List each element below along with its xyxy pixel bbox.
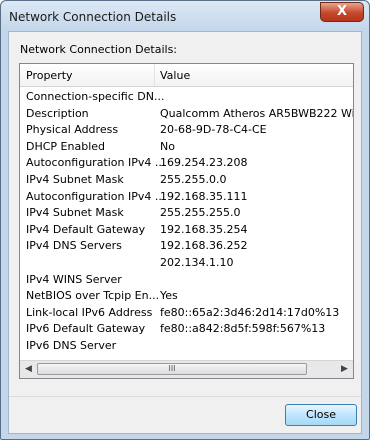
row-property: IPv4 Default Gateway [26,222,146,236]
row-value: No [160,139,175,153]
list-row[interactable]: Description Qualcomm Atheros AR5BWB222 Wi… [20,107,353,124]
list-row[interactable]: Connection-specific DN... [20,90,353,107]
row-property: DHCP Enabled [26,139,106,153]
row-property: IPv4 Subnet Mask [26,206,124,220]
network-connection-details-window: Network Connection Details X Network Con… [0,0,370,440]
list-row[interactable]: Physical Address 20-68-9D-78-C4-CE [20,123,353,140]
list-row[interactable]: Autoconfiguration IPv4 ... 169.254.23.208 [20,156,353,173]
title-bar[interactable]: Network Connection Details X [1,1,369,31]
row-value: 20-68-9D-78-C4-CE [160,123,267,137]
row-property: Link-local IPv6 Address [26,305,153,319]
row-property: Autoconfiguration IPv4 ... [26,189,166,203]
row-property: IPv6 DNS Server [26,338,117,352]
close-button[interactable]: Close [285,404,357,426]
dialog-body: Network Connection Details: Property Val… [8,31,362,434]
row-property: Description [26,106,89,120]
list-row[interactable]: IPv4 Subnet Mask 255.255.255.0 [20,206,353,223]
list-rows: Connection-specific DN... Description Qua… [20,90,353,356]
list-row[interactable]: DHCP Enabled No [20,140,353,157]
row-value: 202.134.1.10 [160,255,234,269]
list-row[interactable]: Autoconfiguration IPv4 ... 192.168.35.111 [20,190,353,207]
list-row[interactable]: IPv4 Subnet Mask 255.255.0.0 [20,173,353,190]
scroll-thumb[interactable]: III [37,363,307,375]
row-value: 192.168.35.111 [160,189,248,203]
list-row[interactable]: IPv4 WINS Server [20,273,353,290]
row-property: IPv4 DNS Servers [26,239,122,253]
row-value: 169.254.23.208 [160,156,248,170]
row-value: 255.255.255.0 [160,206,241,220]
list-row[interactable]: IPv6 DNS Server [20,339,353,356]
row-property: IPv6 Default Gateway [26,322,146,336]
row-value: 192.168.35.254 [160,222,248,236]
footer-divider [9,396,361,397]
close-icon: X [336,4,348,19]
row-property: Physical Address [26,123,119,137]
list-row[interactable]: 202.134.1.10 [20,256,353,273]
column-header-value[interactable]: Value [160,69,190,82]
window-title: Network Connection Details [9,10,177,24]
row-property: IPv4 Subnet Mask [26,172,124,186]
row-value: fe80::65a2:3d46:2d14:17d0%13 [160,305,340,319]
row-value: fe80::a842:8d5f:598f:567%13 [160,322,326,336]
details-list[interactable]: Property Value Connection-specific DN...… [19,63,354,379]
details-caption: Network Connection Details: [20,43,178,56]
window-close-button[interactable]: X [320,2,364,22]
list-header: Property Value [20,64,353,87]
list-row[interactable]: NetBIOS over Tcpip En... Yes [20,289,353,306]
list-row[interactable]: IPv4 DNS Servers 192.168.36.252 [20,239,353,256]
column-header-property[interactable]: Property [26,69,73,82]
list-row[interactable]: Link-local IPv6 Address fe80::65a2:3d46:2… [20,306,353,323]
list-row[interactable]: IPv4 Default Gateway 192.168.35.254 [20,223,353,240]
row-property: NetBIOS over Tcpip En... [26,289,160,303]
list-row[interactable]: IPv6 Default Gateway fe80::a842:8d5f:598f… [20,322,353,339]
row-property: IPv4 WINS Server [26,272,122,286]
row-value: 255.255.0.0 [160,172,227,186]
row-value: 192.168.36.252 [160,239,248,253]
column-divider[interactable] [154,64,155,86]
row-value: Yes [160,289,178,303]
row-value: Qualcomm Atheros AR5BWB222 Wireless [160,106,354,120]
scroll-left-icon[interactable]: ◀ [20,361,37,378]
scroll-right-icon[interactable]: ▶ [336,361,353,378]
row-property: Connection-specific DN... [26,90,165,103]
row-property: Autoconfiguration IPv4 ... [26,156,166,170]
horizontal-scrollbar[interactable]: ◀ III ▶ [20,360,353,378]
